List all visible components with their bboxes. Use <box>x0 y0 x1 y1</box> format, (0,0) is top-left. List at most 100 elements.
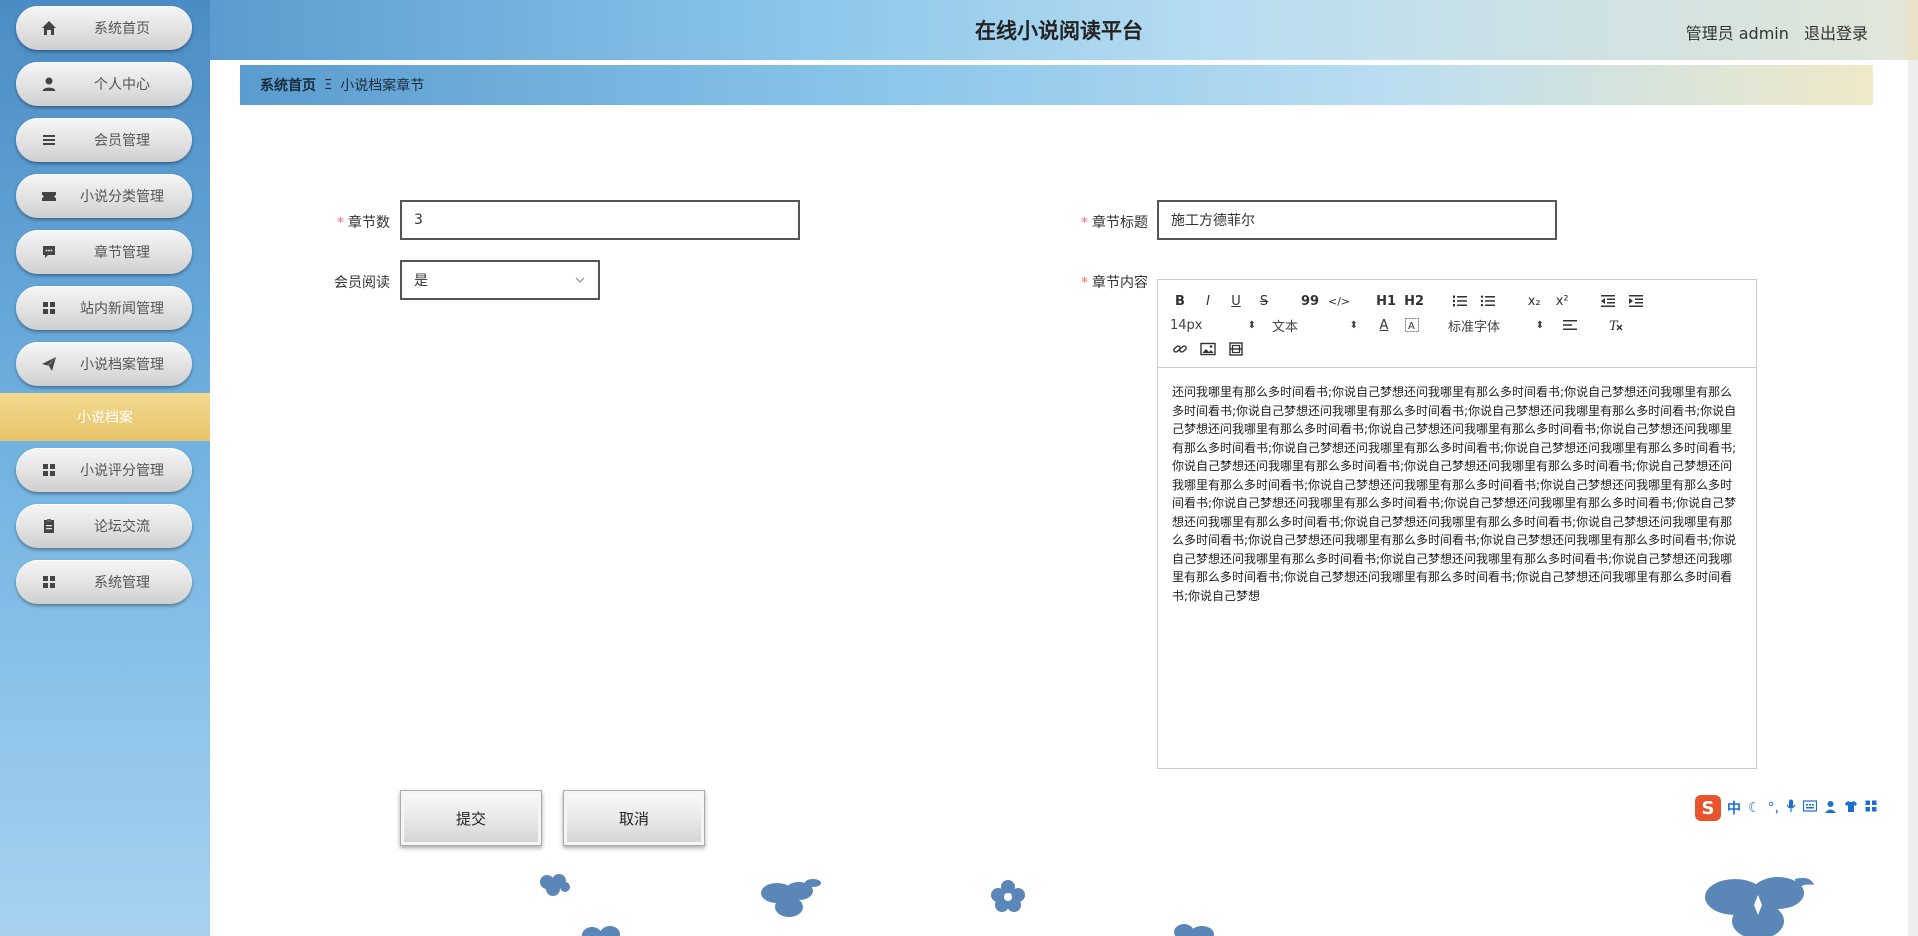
updown-icon: ⬍ <box>1247 319 1256 331</box>
ime-toolbar: S 中 ☾ °, <box>1695 791 1908 825</box>
chapter-num-label: * 章节数 <box>330 212 390 232</box>
subscript-button[interactable]: x₂ <box>1524 291 1544 311</box>
header-type-value: 文本 <box>1272 319 1299 335</box>
header-type-select[interactable]: 文本 ⬍ <box>1272 315 1358 335</box>
punctuation-icon[interactable]: °, <box>1768 800 1779 816</box>
member-read-select[interactable]: 是 <box>400 260 600 300</box>
svg-text:A: A <box>1408 321 1415 332</box>
underline-button[interactable]: U <box>1226 291 1246 311</box>
header-user: 管理员 admin 退出登录 <box>1686 20 1868 44</box>
breadcrumb: 系统首页 Ξ 小说档案章节 <box>240 65 1873 105</box>
user-icon[interactable] <box>1824 800 1837 817</box>
user-label: 管理员 admin <box>1685 24 1789 43</box>
chat-icon <box>40 243 58 261</box>
sidebar-item-members[interactable]: 会员管理 <box>16 118 192 162</box>
paper-plane-icon <box>40 355 58 373</box>
submit-button[interactable]: 提交 <box>400 790 542 846</box>
chapter-title-label: * 章节标题 <box>1070 212 1148 232</box>
chapter-content-label-text: 章节内容 <box>1092 275 1148 291</box>
required-mark: * <box>1081 215 1088 231</box>
flower-decoration-icon <box>1705 877 1814 936</box>
editor-toolbar: B I U S 99 </> H1 H2 x₂ x² 14px ⬍ 文本 ⬍ A… <box>1158 280 1756 368</box>
home-icon <box>40 19 58 37</box>
sidebar-item-home[interactable]: 系统首页 <box>16 6 192 50</box>
sidebar: 系统首页 个人中心 会员管理 小说分类管理 章节管理 站内新闻管理 小说档案管理… <box>0 0 210 936</box>
chapter-content-label: * 章节内容 <box>1070 272 1148 292</box>
sidebar-subitem-label: 小说档案 <box>77 410 133 426</box>
grid-icon[interactable] <box>1865 800 1877 816</box>
sidebar-item-novel-archive[interactable]: 小说档案管理 <box>16 342 192 386</box>
rich-text-editor: B I U S 99 </> H1 H2 x₂ x² 14px ⬍ 文本 ⬍ A… <box>1157 279 1757 769</box>
outdent-icon[interactable] <box>1598 291 1618 311</box>
sidebar-item-system[interactable]: 系统管理 <box>16 560 192 604</box>
page-scrollbar[interactable] <box>1908 0 1918 936</box>
ticket-icon <box>40 187 58 205</box>
member-read-value: 是 <box>414 273 428 289</box>
sidebar-item-chapters[interactable]: 章节管理 <box>16 230 192 274</box>
shirt-icon[interactable] <box>1844 800 1858 817</box>
chapter-num-label-text: 章节数 <box>348 215 390 231</box>
microphone-icon[interactable] <box>1786 799 1796 817</box>
font-color-icon[interactable]: A <box>1374 315 1394 335</box>
logout-link[interactable]: 退出登录 <box>1804 24 1868 43</box>
sidebar-item-categories[interactable]: 小说分类管理 <box>16 174 192 218</box>
moon-icon[interactable]: ☾ <box>1748 800 1761 816</box>
sidebar-subitem-novel-archive[interactable]: 小说档案 <box>0 393 210 441</box>
chapter-num-input[interactable] <box>400 200 800 240</box>
updown-icon: ⬍ <box>1349 319 1358 331</box>
align-icon[interactable] <box>1560 315 1580 335</box>
chapter-title-input[interactable] <box>1157 200 1557 240</box>
required-mark: * <box>1081 275 1088 291</box>
flower-decoration-icon <box>582 926 620 936</box>
updown-icon: ⬍ <box>1535 319 1544 331</box>
font-family-value: 标准字体 <box>1448 319 1501 335</box>
flower-decoration-icon <box>761 879 821 917</box>
cancel-button[interactable]: 取消 <box>563 790 705 846</box>
breadcrumb-current: 小说档案章节 <box>340 78 425 94</box>
app-title: 在线小说阅读平台 <box>975 19 1143 43</box>
flower-decoration-icon <box>1174 924 1214 936</box>
header-right-strip <box>1906 0 1918 60</box>
header-2-button[interactable]: H2 <box>1404 291 1424 311</box>
font-size-value: 14px <box>1170 317 1203 333</box>
font-family-select[interactable]: 标准字体 ⬍ <box>1448 315 1544 335</box>
sidebar-item-forum[interactable]: 论坛交流 <box>16 504 192 548</box>
editor-content[interactable]: 还问我哪里有那么多时间看书;你说自己梦想还问我哪里有那么多时间看书;你说自己梦想… <box>1172 383 1742 605</box>
bold-button[interactable]: B <box>1170 291 1190 311</box>
flower-decoration-icon <box>540 874 570 896</box>
grid-icon <box>40 299 58 317</box>
superscript-button[interactable]: x² <box>1552 291 1572 311</box>
italic-button[interactable]: I <box>1198 291 1218 311</box>
header-1-button[interactable]: H1 <box>1376 291 1396 311</box>
blockquote-button[interactable]: 99 <box>1300 291 1320 311</box>
sogou-logo-icon[interactable]: S <box>1695 795 1721 821</box>
sidebar-item-ratings[interactable]: 小说评分管理 <box>16 448 192 492</box>
strikethrough-button[interactable]: S <box>1254 291 1274 311</box>
sidebar-item-news[interactable]: 站内新闻管理 <box>16 286 192 330</box>
ime-mode-toggle[interactable]: 中 <box>1727 798 1741 818</box>
grid-icon <box>40 461 58 479</box>
background-color-icon[interactable]: A <box>1402 315 1422 335</box>
breadcrumb-separator: Ξ <box>324 77 333 93</box>
person-icon <box>40 75 58 93</box>
image-icon[interactable] <box>1198 339 1218 359</box>
link-icon[interactable] <box>1170 339 1190 359</box>
list-icon <box>40 131 58 149</box>
indent-icon[interactable] <box>1626 291 1646 311</box>
header: 在线小说阅读平台 管理员 admin 退出登录 <box>210 0 1908 60</box>
clipboard-icon <box>40 517 58 535</box>
chapter-title-label-text: 章节标题 <box>1092 215 1148 231</box>
required-mark: * <box>337 215 344 231</box>
sidebar-item-profile[interactable]: 个人中心 <box>16 62 192 106</box>
clear-format-icon[interactable]: T <box>1606 315 1626 335</box>
flower-decoration-icon <box>991 880 1025 912</box>
video-icon[interactable] <box>1226 339 1246 359</box>
keyboard-icon[interactable] <box>1802 800 1818 816</box>
bullet-list-icon[interactable] <box>1478 291 1498 311</box>
font-size-select[interactable]: 14px ⬍ <box>1170 315 1256 335</box>
grid-icon <box>40 573 58 591</box>
ordered-list-icon[interactable] <box>1450 291 1470 311</box>
breadcrumb-home[interactable]: 系统首页 <box>260 75 316 95</box>
code-block-button[interactable]: </> <box>1328 291 1350 311</box>
member-read-label: 会员阅读 <box>334 275 390 291</box>
